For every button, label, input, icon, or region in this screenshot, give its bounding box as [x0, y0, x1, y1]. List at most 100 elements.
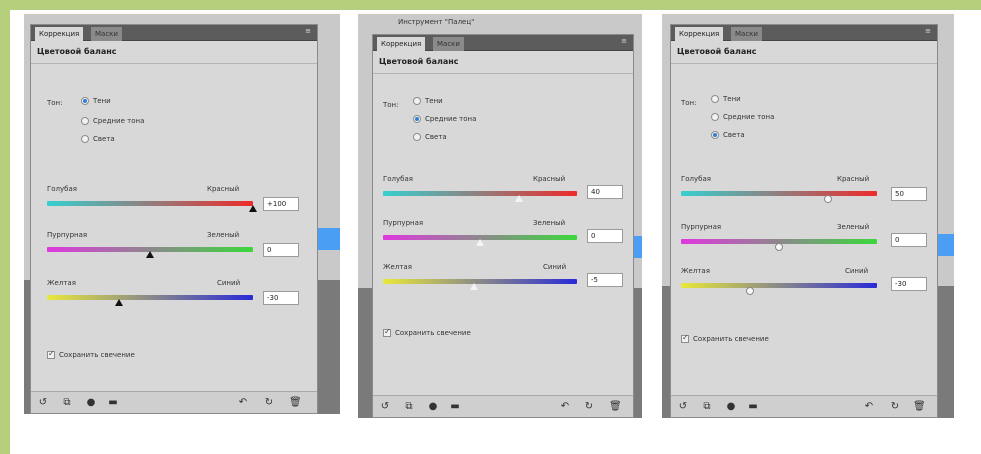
visibility-icon[interactable]: ▬ — [449, 401, 461, 413]
cyan-red-value[interactable]: 50 — [891, 187, 927, 201]
radio-shadows[interactable]: Тени — [711, 95, 741, 103]
panel-title: Цветовой баланс — [37, 47, 117, 56]
panel-menu-icon[interactable]: ≡ — [305, 27, 311, 35]
checkbox-indicator[interactable] — [383, 327, 391, 337]
cyan-red-value[interactable]: +100 — [263, 197, 299, 211]
checkbox-indicator[interactable] — [681, 333, 689, 343]
radio-indicator[interactable] — [413, 115, 421, 123]
preserve-luminosity-checkbox[interactable]: Сохранить свечение — [681, 333, 769, 343]
clip-icon[interactable]: ⧉ — [701, 401, 713, 413]
magenta-green-value[interactable]: 0 — [587, 229, 623, 243]
slider-thumb[interactable] — [514, 195, 523, 202]
checkbox-indicator[interactable] — [47, 349, 55, 359]
radio-highlights[interactable]: Света — [81, 135, 115, 143]
slider-magenta-label: Пурпурная — [681, 223, 722, 231]
eye-icon[interactable]: ● — [85, 397, 97, 409]
reset-icon[interactable]: ↶ — [863, 401, 875, 413]
tool-title: Инструмент "Палец" — [398, 18, 475, 26]
clip-icon[interactable]: ⧉ — [403, 401, 415, 413]
radio-midtones[interactable]: Средние тона — [413, 115, 476, 123]
trash-icon[interactable]: 🗑 — [609, 401, 622, 413]
radio-shadows[interactable]: Тени — [413, 97, 443, 105]
radio-indicator[interactable] — [81, 97, 89, 105]
radio-highlights[interactable]: Света — [711, 131, 745, 139]
return-icon[interactable]: ↺ — [379, 401, 391, 413]
slider-blue-label: Синий — [845, 267, 869, 275]
yellow-blue-slider[interactable] — [681, 283, 877, 288]
refresh-icon[interactable]: ↻ — [889, 401, 901, 413]
preserve-luminosity-checkbox[interactable]: Сохранить свечение — [383, 327, 471, 337]
radio-indicator[interactable] — [711, 95, 719, 103]
tab-correction[interactable]: Коррекция — [377, 37, 426, 51]
slider-cyan-label: Голубая — [47, 185, 77, 193]
slider-thumb[interactable] — [249, 205, 257, 212]
slider-magenta-label: Пурпурная — [47, 231, 88, 239]
eye-icon[interactable]: ● — [427, 401, 439, 413]
reset-icon[interactable]: ↶ — [237, 397, 249, 409]
slider-thumb[interactable] — [115, 299, 124, 306]
slider-red-label: Красный — [533, 175, 566, 183]
tab-correction[interactable]: Коррекция — [35, 27, 84, 41]
cyan-red-value[interactable]: 40 — [587, 185, 623, 199]
tab-masks[interactable]: Маски — [731, 27, 762, 41]
visibility-icon[interactable]: ▬ — [107, 397, 119, 409]
panel-menu-icon[interactable]: ≡ — [925, 27, 931, 35]
adjustments-panel: Коррекция Маски ≡ Цветовой баланс Тон: Т… — [30, 24, 318, 414]
radio-midtones[interactable]: Средние тона — [81, 117, 144, 125]
cyan-red-slider[interactable] — [681, 191, 877, 196]
radio-highlights[interactable]: Света — [413, 133, 447, 141]
magenta-green-value[interactable]: 0 — [891, 233, 927, 247]
slider-cyan-label: Голубая — [383, 175, 413, 183]
adjustments-panel: Коррекция Маски ≡ Цветовой баланс Тон: Т… — [372, 34, 634, 418]
radio-indicator[interactable] — [81, 135, 89, 143]
slider-magenta-label: Пурпурная — [383, 219, 424, 227]
slider-thumb[interactable] — [476, 239, 484, 246]
yellow-blue-value[interactable]: -30 — [263, 291, 299, 305]
slider-thumb[interactable] — [146, 251, 154, 258]
slider-green-label: Зеленый — [837, 223, 870, 231]
refresh-icon[interactable]: ↻ — [263, 397, 275, 409]
preserve-luminosity-checkbox[interactable]: Сохранить свечение — [47, 349, 135, 359]
yellow-blue-slider[interactable] — [47, 295, 253, 300]
slider-thumb[interactable] — [824, 195, 832, 203]
yellow-blue-slider[interactable] — [383, 279, 577, 284]
slider-blue-label: Синий — [543, 263, 567, 271]
clip-icon[interactable]: ⧉ — [61, 397, 73, 409]
trash-icon[interactable]: 🗑 — [913, 401, 926, 413]
screenshot-2: Инструмент "Палец" Коррекция Маски ≡ Цве… — [358, 14, 642, 418]
panel-menu-icon[interactable]: ≡ — [621, 37, 627, 45]
trash-icon[interactable]: 🗑 — [289, 397, 302, 409]
yellow-blue-value[interactable]: -5 — [587, 273, 623, 287]
tab-correction[interactable]: Коррекция — [675, 27, 724, 41]
tab-masks[interactable]: Маски — [91, 27, 122, 41]
cyan-red-slider[interactable] — [47, 201, 253, 206]
radio-indicator[interactable] — [81, 117, 89, 125]
refresh-icon[interactable]: ↻ — [583, 401, 595, 413]
slider-thumb[interactable] — [470, 283, 479, 290]
radio-indicator[interactable] — [413, 133, 421, 141]
return-icon[interactable]: ↺ — [677, 401, 689, 413]
cyan-red-slider[interactable] — [383, 191, 577, 196]
panel-title: Цветовой баланс — [677, 47, 757, 56]
slider-red-label: Красный — [207, 185, 240, 193]
return-icon[interactable]: ↺ — [37, 397, 49, 409]
yellow-blue-value[interactable]: -30 — [891, 277, 927, 291]
screenshot-1: Коррекция Маски ≡ Цветовой баланс Тон: Т… — [24, 14, 340, 414]
radio-shadows[interactable]: Тени — [81, 97, 111, 105]
visibility-icon[interactable]: ▬ — [747, 401, 759, 413]
screenshot-3: Коррекция Маски ≡ Цветовой баланс Тон: Т… — [662, 14, 954, 418]
radio-indicator[interactable] — [711, 131, 719, 139]
slider-thumb[interactable] — [775, 243, 783, 251]
slider-red-label: Красный — [837, 175, 870, 183]
eye-icon[interactable]: ● — [725, 401, 737, 413]
radio-indicator[interactable] — [413, 97, 421, 105]
radio-midtones[interactable]: Средние тона — [711, 113, 774, 121]
magenta-green-value[interactable]: 0 — [263, 243, 299, 257]
panel-tabbar: Коррекция Маски ≡ — [373, 35, 633, 51]
reset-icon[interactable]: ↶ — [559, 401, 571, 413]
tone-label: Тон: — [47, 99, 63, 107]
tab-masks[interactable]: Маски — [433, 37, 464, 51]
slider-blue-label: Синий — [217, 279, 241, 287]
radio-indicator[interactable] — [711, 113, 719, 121]
slider-thumb[interactable] — [745, 287, 754, 295]
